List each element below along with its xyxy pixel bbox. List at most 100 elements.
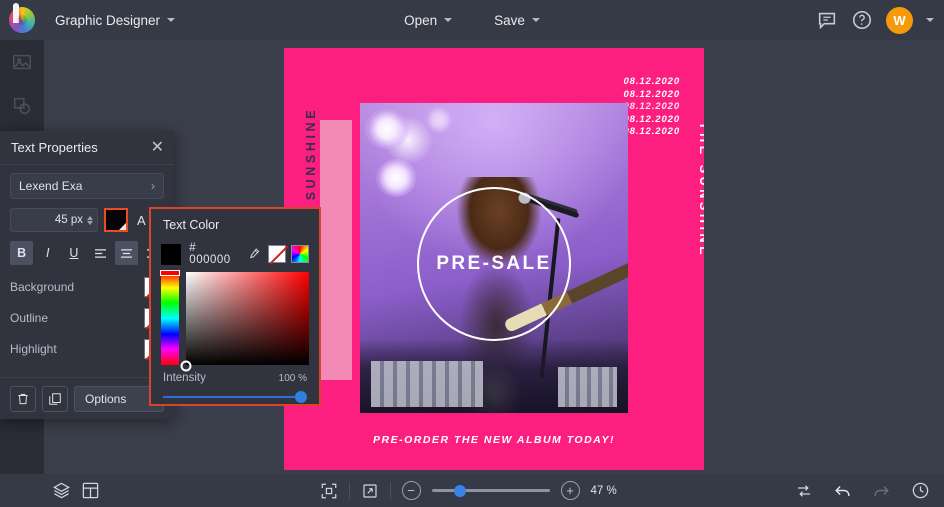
color-wheel-icon[interactable] xyxy=(291,245,310,263)
top-right-actions: W xyxy=(816,0,934,40)
eyedropper-icon[interactable] xyxy=(246,247,261,262)
color-picker-area xyxy=(151,267,319,372)
intensity-label: Intensity xyxy=(163,372,206,384)
date-line: 08.12.2020 xyxy=(623,76,680,87)
document-title-label: Graphic Designer xyxy=(55,12,161,28)
chevron-down-icon xyxy=(531,18,540,22)
open-menu-label: Open xyxy=(404,12,438,28)
poster-artboard[interactable]: THE SUNSHINE THE SUNSHINE 08.12.2020 08.… xyxy=(284,48,704,470)
zoom-in-button[interactable]: + xyxy=(560,481,580,500)
saturation-value-field[interactable] xyxy=(180,272,309,372)
intensity-slider[interactable] xyxy=(163,390,307,404)
hue-slider[interactable] xyxy=(160,270,180,365)
layers-stack-icon[interactable] xyxy=(52,481,71,500)
options-label: Options xyxy=(85,391,127,406)
chevron-right-icon: › xyxy=(151,179,155,193)
stepper-down-icon[interactable] xyxy=(87,220,93,225)
background-color-row[interactable]: Background xyxy=(10,271,164,302)
hex-row: # 000000 xyxy=(151,241,319,267)
highlight-color-row[interactable]: Highlight xyxy=(10,333,164,364)
align-center-icon[interactable] xyxy=(114,241,138,265)
question-mark-help-icon[interactable] xyxy=(851,9,873,31)
intensity-slider-knob[interactable] xyxy=(295,391,307,403)
bold-label: B xyxy=(17,246,27,260)
save-menu-button[interactable]: Save xyxy=(481,8,553,33)
document-title-dropdown[interactable]: Graphic Designer xyxy=(44,8,186,33)
panel-title: Text Properties xyxy=(11,140,98,155)
presale-text[interactable]: PRE-SALE xyxy=(436,253,551,275)
size-and-color-row: 45 px A xyxy=(10,208,164,232)
shapes-tool-icon[interactable] xyxy=(0,84,44,128)
stepper-up-icon[interactable] xyxy=(87,215,93,220)
stage-foreground xyxy=(360,339,628,413)
zoom-slider-knob[interactable] xyxy=(453,484,466,497)
current-color-swatch[interactable] xyxy=(161,243,182,265)
hex-value-input[interactable]: # 000000 xyxy=(189,242,239,266)
vertical-text-right[interactable]: THE SUNSHINE xyxy=(697,70,704,310)
stage-light-glow xyxy=(376,158,417,197)
saturation-value-cursor[interactable] xyxy=(180,360,192,372)
zoom-percent-value: 47 % xyxy=(590,484,617,497)
history-clock-icon[interactable] xyxy=(911,481,930,500)
font-family-select[interactable]: Lexend Exa › xyxy=(10,173,164,199)
bold-button[interactable]: B xyxy=(10,241,34,265)
app-root: Graphic Designer Open Save W THE SUNSHIN… xyxy=(0,0,944,507)
pages-grid-icon[interactable] xyxy=(81,481,100,500)
italic-button[interactable]: I xyxy=(36,241,59,265)
close-x-icon[interactable]: ✕ xyxy=(151,139,164,156)
save-menu-label: Save xyxy=(494,12,525,28)
image-tool-icon[interactable] xyxy=(0,40,44,84)
date-line: 08.12.2020 xyxy=(623,113,680,125)
outline-color-row[interactable]: Outline xyxy=(10,302,164,333)
open-menu-button[interactable]: Open xyxy=(391,8,465,33)
chevron-down-icon[interactable] xyxy=(926,18,934,22)
font-size-input[interactable]: 45 px xyxy=(10,208,98,232)
left-accent-bar xyxy=(320,120,352,380)
align-left-icon[interactable] xyxy=(89,241,112,265)
zoom-out-button[interactable]: − xyxy=(401,481,421,500)
font-size-stepper[interactable] xyxy=(87,215,93,225)
text-color-swatch[interactable] xyxy=(104,208,128,232)
duplicate-layers-icon[interactable] xyxy=(42,385,68,412)
undo-arrow-icon[interactable] xyxy=(833,481,852,500)
date-line: 08.12.2020 xyxy=(623,126,680,138)
stage-light-glow xyxy=(365,109,410,150)
concert-photo[interactable]: PRE-SALE xyxy=(360,103,628,413)
expand-arrow-icon[interactable] xyxy=(361,482,379,500)
app-logo[interactable] xyxy=(0,0,44,40)
popover-header: Text Color xyxy=(151,209,319,241)
popover-tools xyxy=(268,245,310,263)
letter-spacing-icon[interactable]: A xyxy=(134,213,146,228)
zoom-out-label: − xyxy=(407,483,415,498)
redo-arrow-icon[interactable] xyxy=(872,481,891,500)
toolbar-divider xyxy=(389,482,391,499)
underline-button[interactable]: U xyxy=(62,241,85,265)
trash-can-icon[interactable] xyxy=(10,385,36,412)
comment-bubble-icon[interactable] xyxy=(816,9,838,31)
user-avatar[interactable]: W xyxy=(886,6,913,34)
date-stack[interactable]: 08.12.2020 08.12.2020 08.12.2020 08.12.2… xyxy=(623,76,680,139)
color-property-rows: Background Outline Highlight xyxy=(10,271,164,364)
bottom-left-group xyxy=(0,481,100,500)
highlight-label: Highlight xyxy=(10,341,57,356)
date-line: 08.12.2020 xyxy=(623,101,680,113)
tagline-text[interactable]: PRE-ORDER THE NEW ALBUM TODAY! xyxy=(284,434,704,446)
panel-body: Lexend Exa › 45 px A B I U Background Ou… xyxy=(0,165,174,364)
swap-arrows-icon[interactable] xyxy=(795,482,813,500)
date-line: 08.12.2020 xyxy=(623,88,680,100)
outline-label: Outline xyxy=(10,310,49,325)
intensity-value: 100 % xyxy=(278,372,307,384)
hue-slider-cursor[interactable] xyxy=(160,270,180,276)
chevron-down-icon xyxy=(167,18,176,22)
stage-light-glow xyxy=(424,106,455,135)
text-color-popover: Text Color # 000000 Intensity 100 % xyxy=(149,207,321,406)
bottom-toolbar: − + 47 % xyxy=(0,474,944,507)
popover-title: Text Color xyxy=(163,218,220,232)
panel-footer: Options xyxy=(0,377,174,419)
no-color-swatch-icon[interactable] xyxy=(268,245,287,263)
intensity-slider-track xyxy=(163,396,307,398)
top-toolbar: Graphic Designer Open Save W xyxy=(0,0,944,40)
fit-to-screen-icon[interactable] xyxy=(320,482,338,500)
zoom-slider[interactable] xyxy=(431,484,550,497)
text-format-row: B I U xyxy=(10,241,164,265)
